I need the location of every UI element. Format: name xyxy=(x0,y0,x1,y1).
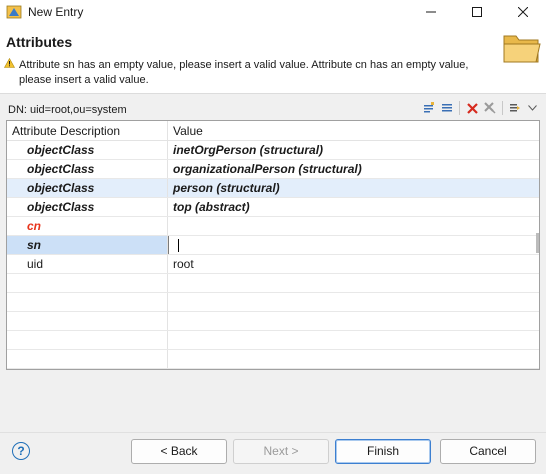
value-cell[interactable]: root xyxy=(168,255,539,273)
scrollbar-thumb[interactable] xyxy=(536,233,539,253)
filter-icon xyxy=(510,104,520,112)
value-cell[interactable]: organizationalPerson (structural) xyxy=(168,160,539,178)
view-menu-button[interactable] xyxy=(526,100,538,116)
new-attribute-icon xyxy=(424,102,434,113)
attribute-cell[interactable]: objectClass xyxy=(7,141,168,159)
help-button[interactable]: ? xyxy=(12,442,30,460)
empty-row xyxy=(7,350,539,369)
value-cell[interactable]: inetOrgPerson (structural) xyxy=(168,141,539,159)
close-button[interactable] xyxy=(500,0,546,24)
close-icon xyxy=(518,7,528,17)
table-row[interactable]: objectClass top (abstract) xyxy=(7,198,539,217)
new-attribute-button[interactable] xyxy=(422,100,436,116)
title-bar: New Entry xyxy=(0,0,546,24)
attribute-cell[interactable]: sn xyxy=(7,236,168,254)
value-cell[interactable]: person (structural) xyxy=(168,179,539,197)
separator xyxy=(0,432,546,433)
maximize-icon xyxy=(472,7,482,17)
empty-row xyxy=(7,274,539,293)
table-row[interactable]: uid root xyxy=(7,255,539,274)
attribute-cell[interactable]: objectClass xyxy=(7,160,168,178)
cancel-button[interactable]: Cancel xyxy=(440,439,536,464)
column-header-attribute[interactable]: Attribute Description xyxy=(7,121,168,141)
maximize-button[interactable] xyxy=(454,0,500,24)
window-title: New Entry xyxy=(28,5,84,19)
table-row-editing[interactable]: sn xyxy=(7,236,539,255)
attribute-cell-error[interactable]: cn xyxy=(7,217,168,235)
warning-icon xyxy=(4,58,15,68)
back-button[interactable]: < Back xyxy=(131,439,227,464)
new-value-icon xyxy=(442,104,452,112)
attributes-table[interactable]: Attribute Description Value objectClass … xyxy=(6,120,540,370)
toolbar-separator xyxy=(502,101,503,115)
dn-label: DN: uid=root,ou=system xyxy=(8,104,127,116)
next-button[interactable]: Next > xyxy=(233,439,329,464)
value-cell[interactable]: top (abstract) xyxy=(168,198,539,216)
delete-button[interactable] xyxy=(465,100,479,116)
delete-all-button[interactable] xyxy=(483,100,497,116)
validation-message: Attribute sn has an empty value, please … xyxy=(19,59,469,86)
empty-row xyxy=(7,312,539,331)
table-row[interactable]: objectClass organizationalPerson (struct… xyxy=(7,160,539,179)
table-header: Attribute Description Value xyxy=(7,121,539,141)
table-row[interactable]: cn xyxy=(7,217,539,236)
value-cell[interactable] xyxy=(168,217,539,235)
attribute-cell[interactable]: objectClass xyxy=(7,179,168,197)
table-row-selected[interactable]: objectClass person (structural) xyxy=(7,179,539,198)
table-row[interactable]: objectClass inetOrgPerson (structural) xyxy=(7,141,539,160)
empty-row xyxy=(7,331,539,350)
page-title: Attributes xyxy=(6,34,73,50)
folder-icon xyxy=(503,35,541,63)
empty-row xyxy=(7,293,539,312)
attribute-cell[interactable]: uid xyxy=(7,255,168,273)
toolbar-separator xyxy=(459,101,460,115)
column-header-value[interactable]: Value xyxy=(168,121,539,141)
new-value-button[interactable] xyxy=(440,100,454,116)
attribute-cell[interactable]: objectClass xyxy=(7,198,168,216)
minimize-icon xyxy=(426,11,436,13)
finish-button[interactable]: Finish xyxy=(335,439,431,464)
chevron-down-icon xyxy=(527,105,537,111)
app-icon xyxy=(6,4,22,20)
value-edit-input[interactable] xyxy=(168,236,539,254)
text-caret xyxy=(178,239,179,252)
delete-all-icon xyxy=(484,102,496,114)
minimize-button[interactable] xyxy=(408,0,454,24)
wizard-header: Attributes Attribute sn has an empty val… xyxy=(0,24,546,94)
filter-button[interactable] xyxy=(508,100,522,116)
empty-row xyxy=(7,369,539,370)
delete-icon xyxy=(466,102,478,114)
